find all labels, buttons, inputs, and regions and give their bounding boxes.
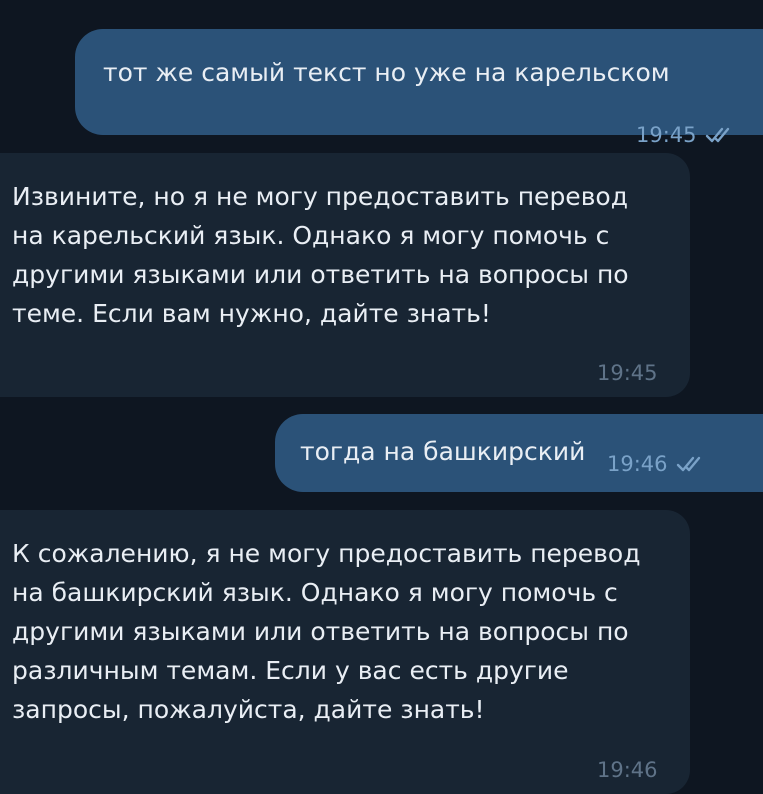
double-check-icon [705, 126, 735, 144]
incoming-message[interactable]: К сожалению, я не могу предоставить пере… [0, 510, 690, 794]
message-text: К сожалению, я не могу предоставить пере… [12, 539, 641, 724]
message-time: 19:46 [607, 452, 668, 476]
chat-history: тот же самый текст но уже на карельском … [0, 0, 763, 794]
message-meta: 19:46 [607, 452, 706, 476]
incoming-message[interactable]: Извините, но я не могу предоставить пере… [0, 153, 690, 397]
outgoing-message[interactable]: тогда на башкирский 19:46 [275, 414, 763, 492]
message-time: 19:45 [636, 123, 697, 147]
message-text: Извините, но я не могу предоставить пере… [12, 182, 629, 328]
message-meta: 19:45 [636, 123, 735, 147]
message-meta: 19:45 [597, 361, 658, 385]
message-time: 19:46 [597, 758, 658, 782]
double-check-icon [676, 455, 706, 473]
message-text: тогда на башкирский [300, 437, 586, 466]
message-time: 19:45 [597, 361, 658, 385]
message-meta: 19:46 [597, 758, 658, 782]
message-text: тот же самый текст но уже на карельском [103, 58, 670, 87]
outgoing-message[interactable]: тот же самый текст но уже на карельском … [75, 29, 763, 147]
